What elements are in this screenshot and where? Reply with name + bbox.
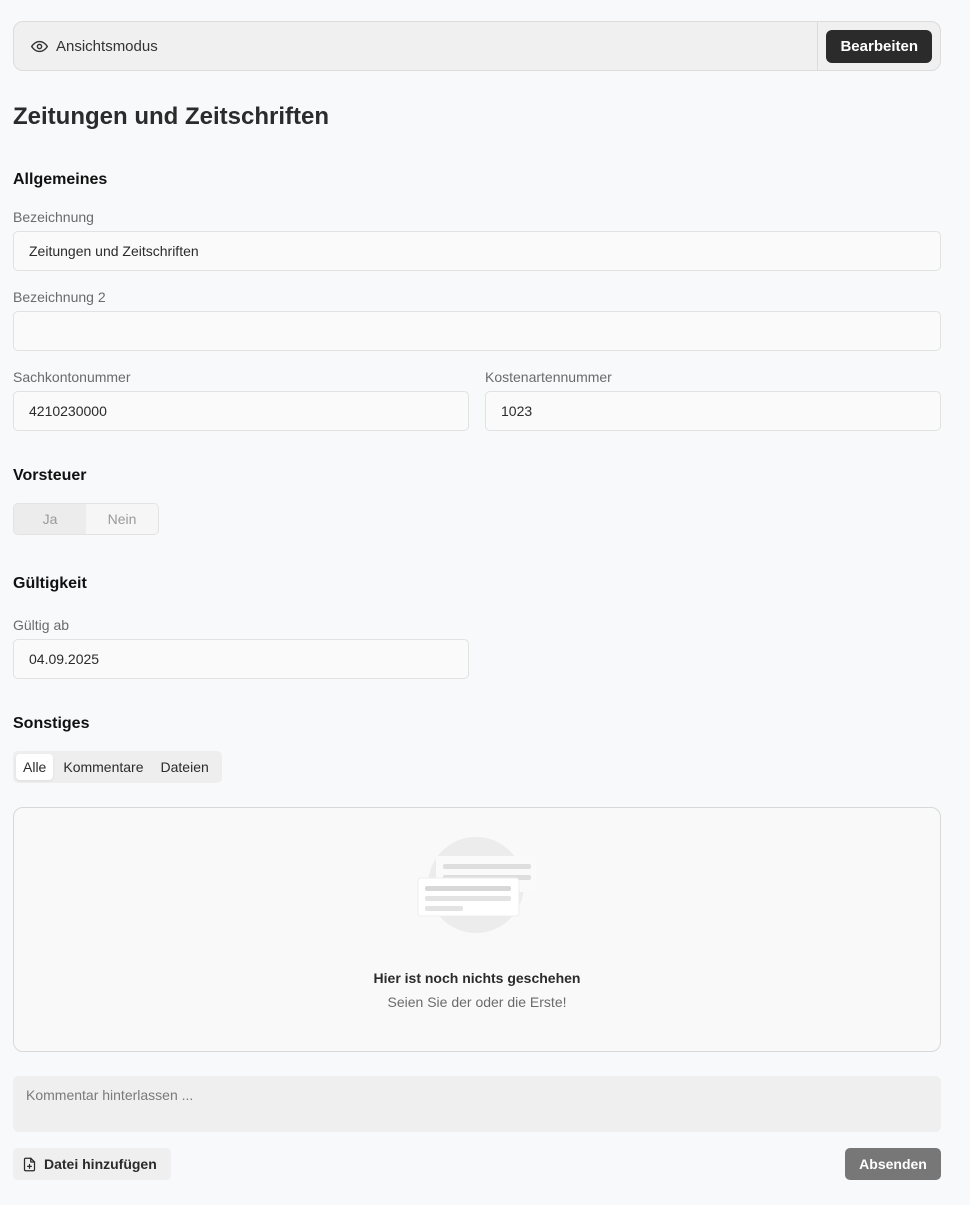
empty-state-title: Hier ist noch nichts geschehen [373,970,581,986]
edit-button[interactable]: Bearbeiten [826,29,932,63]
account-number-label: Sachkontonummer [13,369,131,385]
activity-empty-state: Hier ist noch nichts geschehen Seien Sie… [13,807,941,1052]
view-mode-indicator: Ansichtsmodus [14,38,817,55]
tab-all[interactable]: Alle [16,754,54,780]
view-mode-label: Ansichtsmodus [56,37,158,55]
cost-type-number-label: Kostenartennummer [485,369,612,385]
account-number-field[interactable]: 4210230000 [13,391,469,431]
activity-tabs: Alle Kommentare Dateien [13,751,222,783]
name-label: Bezeichnung [13,209,94,225]
add-file-label: Datei hinzufügen [44,1156,157,1172]
empty-messages-illustration [417,837,537,933]
tab-files[interactable]: Dateien [154,754,216,780]
input-tax-toggle[interactable]: Ja Nein [13,503,159,535]
section-title-input-tax: Vorsteuer [13,467,87,484]
send-button[interactable]: Absenden [845,1148,941,1180]
empty-state-subtitle: Seien Sie der oder die Erste! [387,994,567,1010]
mode-bar: Ansichtsmodus Bearbeiten [13,21,941,71]
add-file-button[interactable]: Datei hinzufügen [13,1148,171,1180]
name2-label: Bezeichnung 2 [13,289,106,305]
valid-from-field[interactable]: 04.09.2025 [13,639,469,679]
valid-from-label: Gültig ab [13,617,70,633]
page-title: Zeitungen und Zeitschriften [13,103,329,130]
file-plus-icon [23,1157,36,1171]
cost-type-number-field[interactable]: 1023 [485,391,941,431]
tab-comments[interactable]: Kommentare [56,754,150,780]
comment-input[interactable] [13,1076,941,1132]
input-tax-option-yes[interactable]: Ja [14,504,86,534]
mode-bar-divider [817,22,819,70]
section-title-general: Allgemeines [13,171,108,188]
section-title-validity: Gültigkeit [13,575,87,592]
name2-field[interactable] [13,311,941,351]
eye-icon [31,40,48,52]
section-title-misc: Sonstiges [13,715,90,732]
name-field[interactable]: Zeitungen und Zeitschriften [13,231,941,271]
input-tax-option-no[interactable]: Nein [86,504,158,534]
